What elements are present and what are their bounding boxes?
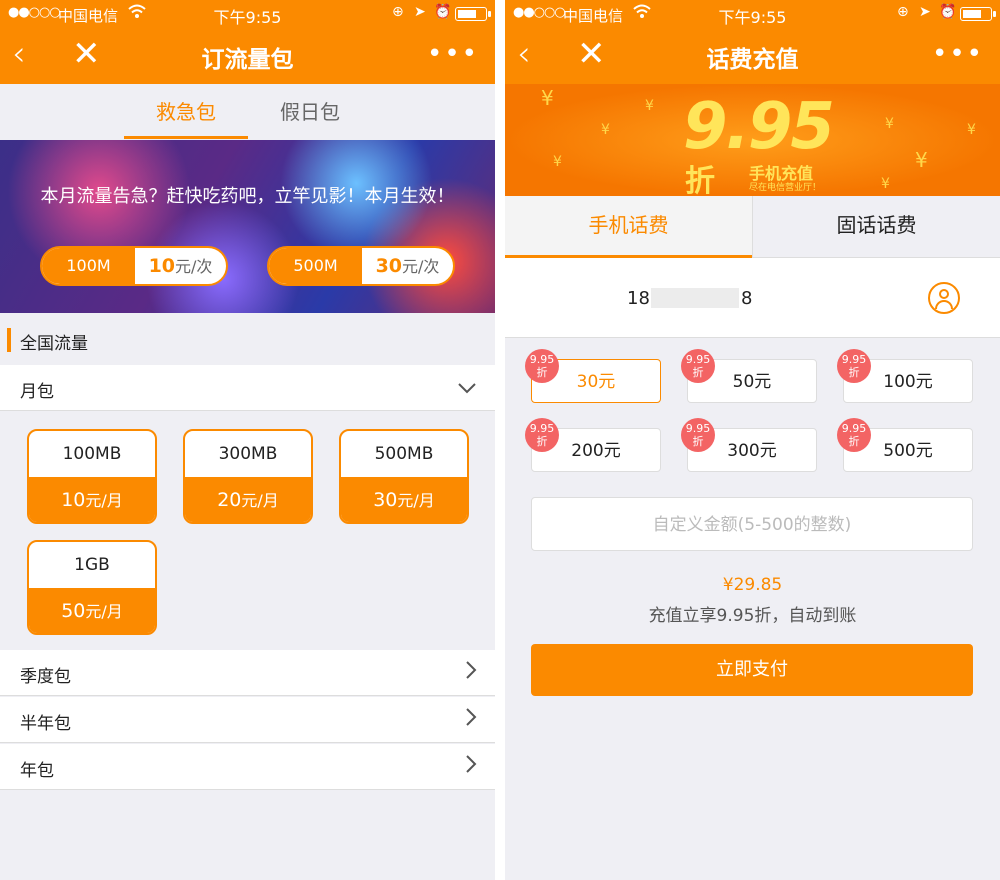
promo-banner[interactable]: ¥ ¥ ¥ ¥ ¥ ¥ ¥ ¥ 9.95 折 手机充值 尽在电信营业厅！: [505, 84, 1000, 196]
pill-100m[interactable]: 100M 10元/次: [40, 246, 228, 286]
row-monthly[interactable]: 月包: [0, 365, 495, 411]
tab-landline[interactable]: 固话话费: [753, 196, 1000, 258]
discount-badge: 9.95 折: [837, 349, 871, 383]
phone-number-field[interactable]: 18 8: [505, 258, 1000, 338]
more-icon[interactable]: •••: [427, 36, 479, 72]
promo-subtext: 尽在电信营业厅！: [749, 183, 822, 193]
discount-note: 充值立享9.95折，自动到账: [648, 606, 857, 626]
phone-prefix: 18: [627, 288, 650, 309]
more-icon[interactable]: •••: [932, 36, 984, 72]
top-bar: ●●○○○ 中国电信 下午9:55 ⊕ ➤ ⏰ ‹ ✕ 话费充值 •••: [505, 0, 1000, 84]
rotation-lock-icon: ⊕: [897, 4, 909, 20]
yen-icon: ¥: [915, 148, 928, 172]
row-half-year[interactable]: 半年包: [0, 697, 495, 743]
discount-badge: 9.95 折: [681, 349, 715, 383]
yen-icon: ¥: [541, 86, 554, 110]
nav-bar: ‹ ✕ 订流量包 •••: [0, 28, 495, 84]
page-title: 话费充值: [706, 47, 799, 73]
alarm-icon: ⏰: [939, 4, 957, 20]
discount-badge: 9.95 折: [837, 418, 871, 452]
pill-price: 30元/次: [375, 255, 440, 277]
plan-price: 30元/月: [341, 477, 467, 522]
plan-size: 1GB: [74, 555, 110, 575]
custom-amount-input[interactable]: 自定义金额(5-500的整数): [531, 497, 973, 551]
plan-price: 20元/月: [185, 477, 311, 522]
plan-size: 500MB: [374, 444, 434, 464]
battery-icon: [455, 7, 491, 21]
discount-badge: 9.95 折: [681, 418, 715, 452]
nav-bar: ‹ ✕ 话费充值 •••: [505, 28, 1000, 84]
yen-icon: ¥: [645, 98, 654, 114]
status-bar: ●●○○○ 中国电信 下午9:55 ⊕ ➤ ⏰: [505, 0, 1000, 28]
section-title: 全国流量: [20, 334, 88, 354]
battery-icon: [960, 7, 996, 21]
row-label: 年包: [20, 761, 54, 781]
package-tabs: 救急包 假日包: [0, 84, 495, 140]
chevron-down-icon: [457, 373, 477, 401]
recharge-tabs: 手机话费 固话话费: [505, 196, 1000, 258]
yen-icon: ¥: [553, 154, 562, 170]
phone-suffix: 8: [741, 288, 753, 309]
pill-amount: 100M: [42, 248, 135, 284]
tab-holiday[interactable]: 假日包: [248, 96, 372, 125]
discount-badge: 9.95 折: [525, 349, 559, 383]
plan-size: 100MB: [62, 444, 122, 464]
location-icon: ➤: [414, 4, 426, 20]
alarm-icon: ⏰: [434, 4, 452, 20]
chevron-right-icon: [465, 658, 477, 686]
pay-button[interactable]: 立即支付: [531, 644, 973, 696]
tab-emergency[interactable]: 救急包: [124, 96, 248, 125]
tab-mobile[interactable]: 手机话费: [505, 196, 752, 258]
plan-price: 10元/月: [29, 477, 155, 522]
row-yearly[interactable]: 年包: [0, 744, 495, 790]
section-marker: [7, 328, 11, 352]
plan-card[interactable]: 100MB 10元/月: [27, 429, 157, 524]
contact-icon[interactable]: [928, 282, 960, 314]
pill-amount: 500M: [269, 248, 362, 284]
row-quarterly[interactable]: 季度包: [0, 650, 495, 696]
section-header: 全国流量: [0, 326, 495, 354]
row-label: 季度包: [20, 667, 71, 687]
chevron-right-icon: [465, 705, 477, 733]
promo-rate: 9.95: [683, 90, 835, 164]
total-price: ¥29.85: [722, 575, 783, 595]
pill-price: 10元/次: [148, 255, 213, 277]
phone-mask: [651, 288, 739, 308]
banner-slogan: 本月流量告急？赶快吃药吧，立竿见影！本月生效！: [40, 186, 455, 207]
yen-icon: ¥: [601, 122, 610, 138]
discount-badge: 9.95 折: [525, 418, 559, 452]
emergency-banner: 本月流量告急？赶快吃药吧，立竿见影！本月生效！ 100M 10元/次 500M …: [0, 140, 495, 313]
recharge-screen: ●●○○○ 中国电信 下午9:55 ⊕ ➤ ⏰ ‹ ✕ 话费充值 ••• ¥ ¥…: [505, 0, 1000, 880]
yen-icon: ¥: [967, 122, 976, 138]
status-bar: ●●○○○ 中国电信 下午9:55 ⊕ ➤ ⏰: [0, 0, 495, 28]
chevron-right-icon: [465, 752, 477, 780]
tab-underline: [124, 136, 248, 139]
plan-size: 300MB: [218, 444, 278, 464]
monthly-plans: 100MB 10元/月 300MB 20元/月 500MB 30元/月 1GB …: [0, 412, 495, 650]
page-title: 订流量包: [201, 47, 294, 73]
location-icon: ➤: [919, 4, 931, 20]
promo-zhe: 折: [685, 164, 715, 196]
flow-package-screen: ●●○○○ 中国电信 下午9:55 ⊕ ➤ ⏰ ‹ ✕ 订流量包 ••• 救急包…: [0, 0, 495, 880]
plan-card[interactable]: 500MB 30元/月: [339, 429, 469, 524]
row-label: 半年包: [20, 714, 71, 734]
plan-price: 50元/月: [29, 588, 155, 633]
yen-icon: ¥: [885, 116, 894, 132]
yen-icon: ¥: [881, 176, 890, 192]
plan-card[interactable]: 300MB 20元/月: [183, 429, 313, 524]
pill-500m[interactable]: 500M 30元/次: [267, 246, 455, 286]
rotation-lock-icon: ⊕: [392, 4, 404, 20]
row-label: 月包: [20, 382, 54, 402]
top-bar: ●●○○○ 中国电信 下午9:55 ⊕ ➤ ⏰ ‹ ✕ 订流量包 •••: [0, 0, 495, 84]
plan-card[interactable]: 1GB 50元/月: [27, 540, 157, 635]
